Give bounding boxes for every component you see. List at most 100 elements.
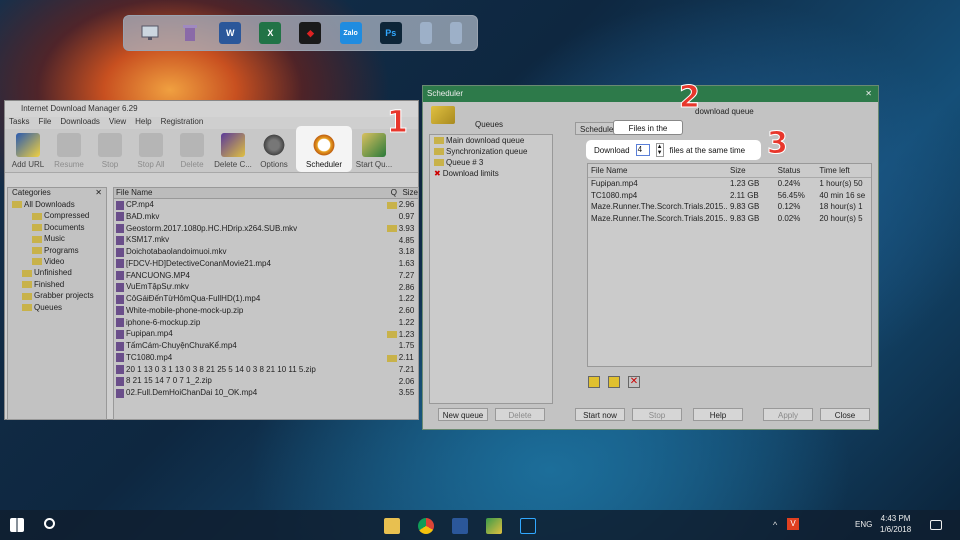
col-size[interactable]: Size	[727, 166, 775, 175]
queue-item[interactable]: Main download queue	[430, 135, 552, 146]
resume-button[interactable]: Resume	[50, 133, 88, 172]
table-row[interactable]: CôGáiĐếnTừHômQua-FullHD(1).mp4 1.22	[114, 293, 418, 305]
zalo-icon[interactable]: Zalo	[339, 22, 362, 44]
table-row[interactable]: 02.Full.DemHoiChanDai 10_OK.mp4 3.55	[114, 387, 418, 399]
category-item[interactable]: Unfinished	[8, 267, 106, 278]
category-item[interactable]: All Downloads	[8, 199, 106, 210]
excel-icon[interactable]: X	[259, 22, 282, 44]
move-down-icon[interactable]	[588, 376, 600, 388]
col-status[interactable]: Status	[775, 166, 817, 175]
file-explorer-icon[interactable]	[384, 518, 400, 534]
delete-completed-button[interactable]: Delete C...	[214, 133, 252, 172]
menu-tasks[interactable]: Tasks	[9, 117, 29, 129]
notification-icon[interactable]	[930, 520, 942, 530]
stop-all-button[interactable]: Stop All	[132, 133, 170, 172]
doc-icon[interactable]	[449, 22, 462, 44]
close-button[interactable]: Close	[820, 408, 870, 421]
word-icon[interactable]	[452, 518, 468, 534]
tray-chevron-icon[interactable]: ^	[773, 520, 777, 530]
photoshop-icon[interactable]: Ps	[379, 22, 402, 44]
start-now-button[interactable]: Start now	[575, 408, 625, 421]
close-icon[interactable]: ✕	[865, 86, 872, 102]
move-up-icon[interactable]	[608, 376, 620, 388]
queue-item[interactable]: ✖ Download limits	[430, 168, 552, 179]
word-icon[interactable]: W	[219, 22, 242, 44]
close-icon[interactable]: ✕	[95, 188, 102, 199]
search-icon[interactable]	[44, 518, 55, 529]
col-time-left[interactable]: Time left	[816, 166, 871, 175]
delete-button[interactable]: Delete	[173, 133, 211, 172]
doc-icon[interactable]	[419, 22, 432, 44]
menu-downloads[interactable]: Downloads	[60, 117, 100, 129]
col-file-name[interactable]: File Name	[588, 166, 727, 175]
menu-file[interactable]: File	[38, 117, 51, 129]
file-size: 2.60	[398, 306, 415, 316]
table-row[interactable]: TC1080.mp4 2.11 GB 56.45% 40 min 16 se	[588, 190, 871, 202]
category-item[interactable]: Video	[8, 256, 106, 267]
category-item[interactable]: Compressed	[8, 210, 106, 221]
category-item[interactable]: Programs	[8, 245, 106, 256]
folder-icon	[12, 201, 22, 209]
table-row[interactable]: Geostorm.2017.1080p.HC.HDrip.x264.SUB.mk…	[114, 223, 418, 235]
table-row[interactable]: KSM17.mkv 4.85	[114, 234, 418, 246]
menu-registration[interactable]: Registration	[161, 117, 204, 129]
stop-button[interactable]: Stop	[91, 133, 129, 172]
category-item[interactable]: Finished	[8, 279, 106, 290]
category-item[interactable]: Music	[8, 233, 106, 244]
col-size[interactable]: Size	[402, 188, 418, 198]
table-row[interactable]: TC1080.mp4 2.11	[114, 352, 418, 364]
file-name: 02.Full.DemHoiChanDai 10_OK.mp4	[126, 388, 258, 398]
table-row[interactable]: Doichotabaolandoimuoi.mkv 3.18	[114, 246, 418, 258]
tab-schedule[interactable]: Schedule	[575, 122, 619, 135]
scheduler-button[interactable]: Scheduler	[296, 126, 352, 172]
apply-button[interactable]: Apply	[763, 408, 813, 421]
table-row[interactable]: BAD.mkv 0.97	[114, 211, 418, 223]
delete-queue-button[interactable]: Delete	[495, 408, 545, 421]
table-row[interactable]: CP.mp4 2.96	[114, 199, 418, 211]
garena-icon[interactable]: ◆	[299, 22, 322, 44]
queue-item[interactable]: Queue # 3	[430, 157, 552, 168]
options-button[interactable]: Options	[255, 133, 293, 172]
chrome-icon[interactable]	[418, 518, 434, 534]
add-url-button[interactable]: Add URL	[9, 133, 47, 172]
queue-item[interactable]: Synchronization queue	[430, 146, 552, 157]
idm-icon[interactable]	[486, 518, 502, 534]
menu-help[interactable]: Help	[135, 117, 151, 129]
monitor-icon[interactable]	[139, 22, 161, 44]
table-row[interactable]: 8 21 15 14 7 0 7 1_2.zip 2.06	[114, 375, 418, 387]
windows-start-icon[interactable]	[10, 518, 24, 532]
stop-button[interactable]: Stop	[632, 408, 682, 421]
table-row[interactable]: [FDCV-HD]DetectiveConanMovie21.mp4 1.63	[114, 258, 418, 270]
tab-files-in-queue[interactable]: Files in the queue	[613, 120, 683, 148]
clock-time[interactable]: 4:43 PM	[880, 513, 911, 524]
category-item[interactable]: Queues	[8, 302, 106, 313]
category-item[interactable]: Documents	[8, 222, 106, 233]
new-queue-button[interactable]: New queue	[438, 408, 488, 421]
table-row[interactable]: FANCUONG.MP4 7.27	[114, 270, 418, 282]
photoshop-icon[interactable]	[520, 518, 536, 534]
table-row[interactable]: 20 1 13 0 3 1 13 0 3 8 21 25 5 14 0 3 8 …	[114, 364, 418, 376]
trash-icon[interactable]	[179, 22, 201, 44]
language-label[interactable]: ENG	[855, 520, 872, 529]
table-row[interactable]: iphone-6-mockup.zip 1.22	[114, 317, 418, 329]
menu-view[interactable]: View	[109, 117, 126, 129]
file-size: 2.96	[398, 200, 415, 210]
table-row[interactable]: White-mobile-phone-mock-up.zip 2.60	[114, 305, 418, 317]
file-name: TC1080.mp4	[591, 190, 638, 200]
table-row[interactable]: TấmCám-ChuyệnChưaKể.mp4 1.75	[114, 340, 418, 352]
col-file-name[interactable]: File Name	[114, 188, 391, 198]
col-q[interactable]: Q	[391, 188, 403, 198]
table-row[interactable]: VuEmTậpSự.mkv 2.86	[114, 281, 418, 293]
table-row[interactable]: Maze.Runner.The.Scorch.Trials.2015.... 9.…	[588, 201, 871, 213]
table-row[interactable]: Fupipan.mp4 1.23	[114, 328, 418, 340]
table-row[interactable]: Fupipan.mp4 1.23 GB 0.24% 1 hour(s) 50	[588, 178, 871, 190]
category-item[interactable]: Grabber projects	[8, 290, 106, 301]
remove-icon[interactable]: ✕	[628, 376, 640, 388]
download-count-input[interactable]: 4	[635, 144, 650, 156]
vietkey-icon[interactable]: V	[787, 518, 799, 530]
spinner-icon[interactable]: ▲ ▼	[655, 143, 664, 157]
clock-date[interactable]: 1/6/2018	[880, 524, 911, 535]
help-button[interactable]: Help	[693, 408, 743, 421]
table-row[interactable]: Maze.Runner.The.Scorch.Trials.2015.... 9.…	[588, 213, 871, 225]
file-size: 7.21	[398, 364, 415, 374]
